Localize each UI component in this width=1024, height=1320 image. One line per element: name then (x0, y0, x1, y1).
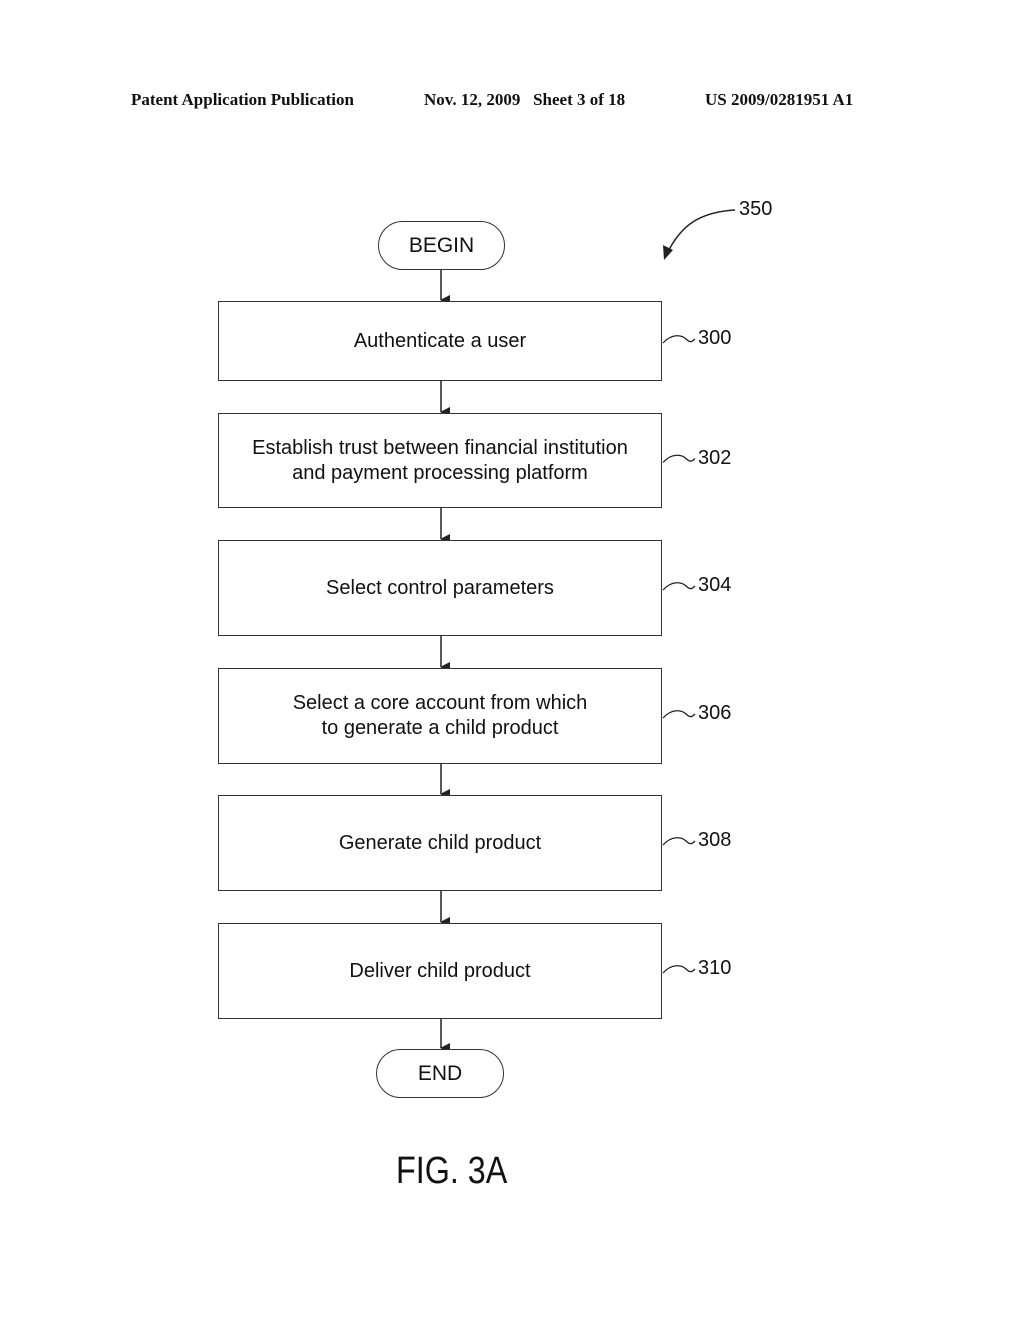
step-text-line: Select a core account from which (292, 692, 588, 714)
ref-leader-squiggle (662, 965, 696, 974)
step-ref-number: 308 (698, 829, 732, 851)
step-text-line: to generate a child product (321, 717, 559, 739)
step-ref-number: 302 (698, 446, 732, 469)
figure-ref-arrowhead (663, 245, 673, 260)
step-text-line: Establish trust between financial instit… (252, 436, 628, 459)
step-text-line: Authenticate a user (353, 329, 527, 352)
ref-leader-squiggle (662, 335, 696, 344)
step-text-line: and payment processing platform (292, 461, 588, 484)
process-step-302: Establish trust between financial instit… (218, 413, 662, 508)
process-step-300: Authenticate a user (218, 301, 662, 381)
process-step-306: Select a core account from which to gener… (218, 668, 662, 764)
end-terminal: END (376, 1049, 504, 1098)
begin-terminal: BEGIN (378, 221, 505, 270)
figure-caption: FIG. 3A (396, 1150, 508, 1192)
process-step-310: Deliver child product (218, 923, 662, 1019)
step-text-line: Generate child product (338, 831, 542, 854)
ref-leader-squiggle (662, 454, 696, 463)
step-text-line: Select control parameters (326, 576, 554, 599)
step-text: Deliver child product (349, 959, 530, 984)
step-text: Select a core account from which to gener… (293, 691, 588, 741)
step-text: Select control parameters (326, 576, 554, 601)
ref-leader-squiggle (662, 582, 696, 591)
figure-ref-leader (665, 209, 736, 257)
step-text: Authenticate a user (354, 329, 526, 354)
figure-ref-number: 350 (739, 198, 773, 220)
step-ref-number: 310 (698, 957, 732, 979)
step-ref-number: 300 (698, 327, 732, 349)
process-step-304: Select control parameters (218, 540, 662, 636)
process-step-308: Generate child product (218, 795, 662, 891)
step-text: Generate child product (339, 831, 541, 856)
connector-layer (440, 209, 736, 1053)
ref-leader-squiggle (662, 837, 696, 846)
step-text-line: Deliver child product (349, 959, 531, 982)
ref-leader-squiggle (662, 710, 696, 719)
step-ref-number: 304 (698, 574, 732, 596)
step-ref-number: 306 (698, 702, 732, 724)
step-text: Establish trust between financial instit… (252, 436, 628, 486)
